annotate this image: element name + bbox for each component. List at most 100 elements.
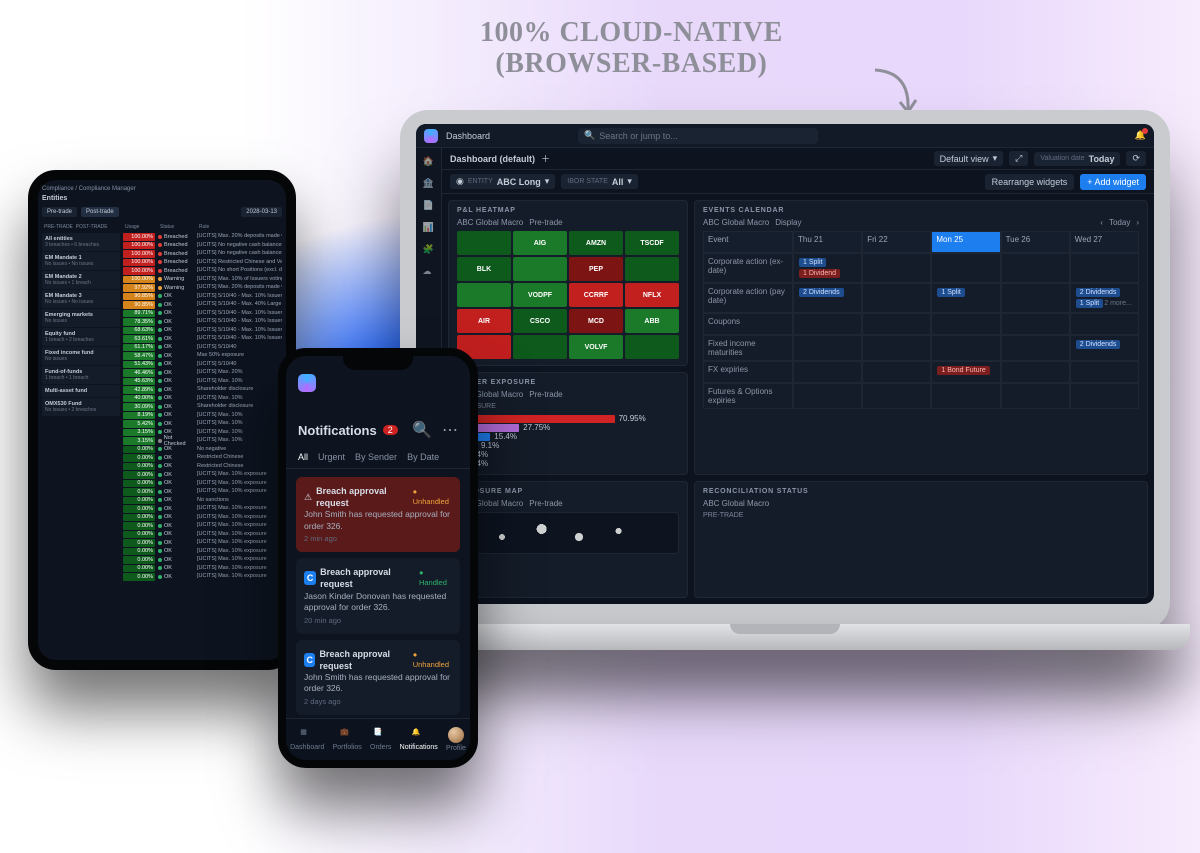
cal-cell[interactable] [793, 313, 862, 335]
rule-cell[interactable]: [UCITS] Max. 10% exposure [197, 480, 282, 488]
cal-cell[interactable] [1001, 383, 1070, 409]
cal-cell[interactable] [793, 383, 862, 409]
cal-cell[interactable] [931, 335, 1000, 361]
rule-cell[interactable]: [UCITS] 5/10/40 - Max. 10% Issuer Exposu… [197, 335, 282, 343]
rule-cell[interactable]: No sanctions [197, 497, 282, 505]
heatmap-tile[interactable]: CSCO [513, 309, 567, 333]
rule-cell[interactable]: [UCITS] Max. 10% [197, 429, 282, 437]
entity-item[interactable]: EM Mandate 1No issues • No issues [42, 252, 120, 270]
heatmap-tile[interactable]: MCD [569, 309, 623, 333]
cal-cell[interactable]: 2 Dividends [793, 283, 862, 313]
rule-cell[interactable]: Shareholder disclosure [197, 403, 282, 411]
rule-cell[interactable]: [UCITS] Max. 10% of Issuers voting right… [197, 276, 282, 284]
tab-pretrade[interactable]: Pre-trade [42, 207, 77, 217]
heatmap-tile[interactable]: PEP [569, 257, 623, 281]
rule-cell[interactable]: [UCITS] 5/10/40 [197, 344, 282, 352]
rule-cell[interactable]: [UCITS] Max. 10% exposure [197, 488, 282, 496]
more-icon[interactable]: ⋯ [442, 420, 458, 440]
heatmap-tile[interactable] [625, 335, 679, 359]
add-widget-button[interactable]: + Add widget [1080, 174, 1146, 190]
heatmap-tile[interactable] [625, 257, 679, 281]
rule-cell[interactable]: Shareholder disclosure [197, 386, 282, 394]
tabbar-orders[interactable]: 📑Orders [370, 728, 391, 751]
rule-cell[interactable]: [UCITS] Max. 10% exposure [197, 505, 282, 513]
tabbar-dashboard[interactable]: ▦Dashboard [290, 728, 324, 751]
notification-item[interactable]: CBreach approval request● HandledJason K… [296, 558, 460, 633]
rule-cell[interactable]: [UCITS] 5/10/40 - Max. 10% Issuer Exposu… [197, 327, 282, 335]
search-input[interactable]: 🔍 Search or jump to... [578, 128, 818, 144]
cal-cell[interactable]: 1 Bond Future [931, 361, 1000, 383]
breadcrumb[interactable]: Compliance / Compliance Manager [42, 186, 282, 192]
heatmap-tile[interactable] [513, 257, 567, 281]
cal-cell[interactable] [1070, 383, 1139, 409]
heatmap-tile[interactable]: CCRRF [569, 283, 623, 307]
heatmap-tile[interactable]: VODPF [513, 283, 567, 307]
cal-cell[interactable] [793, 361, 862, 383]
heatmap-tile[interactable]: ABB [625, 309, 679, 333]
rule-cell[interactable]: [UCITS] Max. 10% [197, 395, 282, 403]
rule-cell[interactable]: [UCITS] Max. 10% [197, 437, 282, 445]
rule-cell[interactable]: [UCITS] Max. 10% [197, 378, 282, 386]
cal-cell[interactable]: 2 Dividends [1070, 335, 1139, 361]
cal-today[interactable]: Today [1109, 218, 1130, 227]
entity-item[interactable]: EM Mandate 2No issues • 1 breach [42, 271, 120, 289]
rule-cell[interactable]: [UCITS] Max. 20% deposits made with the … [197, 233, 282, 241]
notification-item[interactable]: CBreach approval request● UnhandledJohn … [296, 640, 460, 715]
chart-icon[interactable]: 📊 [423, 222, 435, 234]
entity-item[interactable]: Equity fund1 breach • 2 breaches [42, 328, 120, 346]
rule-cell[interactable]: [UCITS] Max. 10% exposure [197, 471, 282, 479]
refresh-button[interactable]: ⟳ [1126, 151, 1146, 166]
entity-item[interactable]: Fund-of-funds1 breach • 1 breach [42, 366, 120, 384]
filter[interactable]: ABC Global Macro [457, 218, 523, 227]
cal-cell[interactable] [1001, 283, 1070, 313]
rule-cell[interactable]: [UCITS] Restricted Chinese and Venezuela… [197, 259, 282, 267]
rearrange-button[interactable]: Rearrange widgets [985, 174, 1075, 190]
bell-icon[interactable]: 🔔 [1135, 130, 1146, 141]
puzzle-icon[interactable]: 🧩 [423, 244, 435, 256]
filter-urgent[interactable]: Urgent [318, 452, 345, 462]
cal-cell[interactable] [862, 283, 931, 313]
rule-cell[interactable]: [UCITS] Max. 10% exposure [197, 539, 282, 547]
rule-cell[interactable]: [UCITS] No negative cash balances [197, 242, 282, 250]
heatmap-tile[interactable]: AIR [457, 309, 511, 333]
cal-cell[interactable] [1001, 313, 1070, 335]
expand-button[interactable]: ⤢ [1009, 151, 1028, 166]
cal-cell[interactable] [862, 335, 931, 361]
doc-icon[interactable]: 📄 [423, 200, 435, 212]
rule-cell[interactable]: [UCITS] Max. 10% exposure [197, 556, 282, 564]
cal-cell[interactable] [862, 313, 931, 335]
heatmap-tile[interactable]: AIG [513, 231, 567, 255]
rule-cell[interactable]: [UCITS] No short Positions (excl. deriva… [197, 267, 282, 275]
rule-cell[interactable]: [UCITS] Max. 10% exposure [197, 514, 282, 522]
cal-cell[interactable] [931, 313, 1000, 335]
notification-item[interactable]: ⚠Breach approval request● UnhandledJohn … [296, 477, 460, 552]
heatmap-tile[interactable] [457, 283, 511, 307]
cal-cell[interactable] [1001, 335, 1070, 361]
rule-cell[interactable]: No negative [197, 446, 282, 454]
tabbar-notifications[interactable]: 🔔Notifications [400, 728, 438, 751]
rule-cell[interactable]: [UCITS] 5/10/40 - Max. 10% Issuer Exposu… [197, 310, 282, 318]
filter[interactable]: Pre-trade [529, 390, 562, 399]
view-select[interactable]: Default view ▾ [934, 151, 1004, 166]
heatmap-tile[interactable] [513, 335, 567, 359]
filter[interactable]: Pre-trade [529, 218, 562, 227]
cal-cell[interactable] [1070, 361, 1139, 383]
dashboard-tab[interactable]: Dashboard (default) [450, 154, 535, 164]
rule-cell[interactable]: [UCITS] Max. 10% exposure [197, 573, 282, 581]
rule-cell[interactable]: [UCITS] No negative cash balances [197, 250, 282, 258]
heatmap-tile[interactable]: BLK [457, 257, 511, 281]
bank-icon[interactable]: 🏦 [423, 178, 435, 190]
filter[interactable]: ABC Global Macro [703, 218, 769, 227]
rule-cell[interactable]: Restricted Chinese [197, 463, 282, 471]
filter-sender[interactable]: By Sender [355, 452, 397, 462]
cal-cell[interactable]: 1 Split [931, 283, 1000, 313]
heatmap-tile[interactable]: AMZN [569, 231, 623, 255]
tabbar-portfolios[interactable]: 💼Portfolios [333, 728, 362, 751]
cal-cell[interactable] [862, 253, 931, 283]
cal-cell[interactable] [1001, 253, 1070, 283]
filter[interactable]: ABC Global Macro [703, 499, 769, 508]
valuation-date[interactable]: Valuation dateToday [1034, 152, 1120, 166]
cal-cell[interactable] [1070, 313, 1139, 335]
add-tab-button[interactable]: ＋ [541, 152, 550, 165]
cal-cell[interactable] [862, 361, 931, 383]
